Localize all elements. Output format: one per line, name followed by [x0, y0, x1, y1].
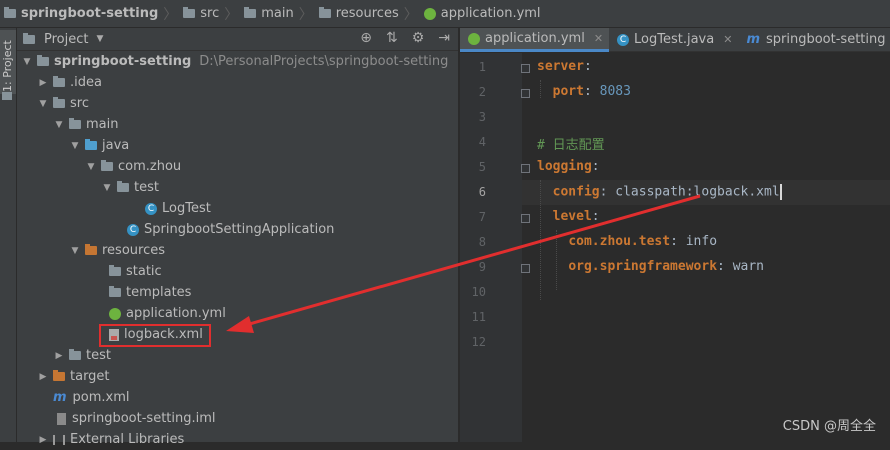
watermark: CSDN @周全全	[782, 419, 876, 434]
annotation-arrow-head	[226, 316, 254, 333]
annotation-arrow-shaft	[245, 194, 701, 327]
annotation-arrow	[226, 194, 701, 333]
